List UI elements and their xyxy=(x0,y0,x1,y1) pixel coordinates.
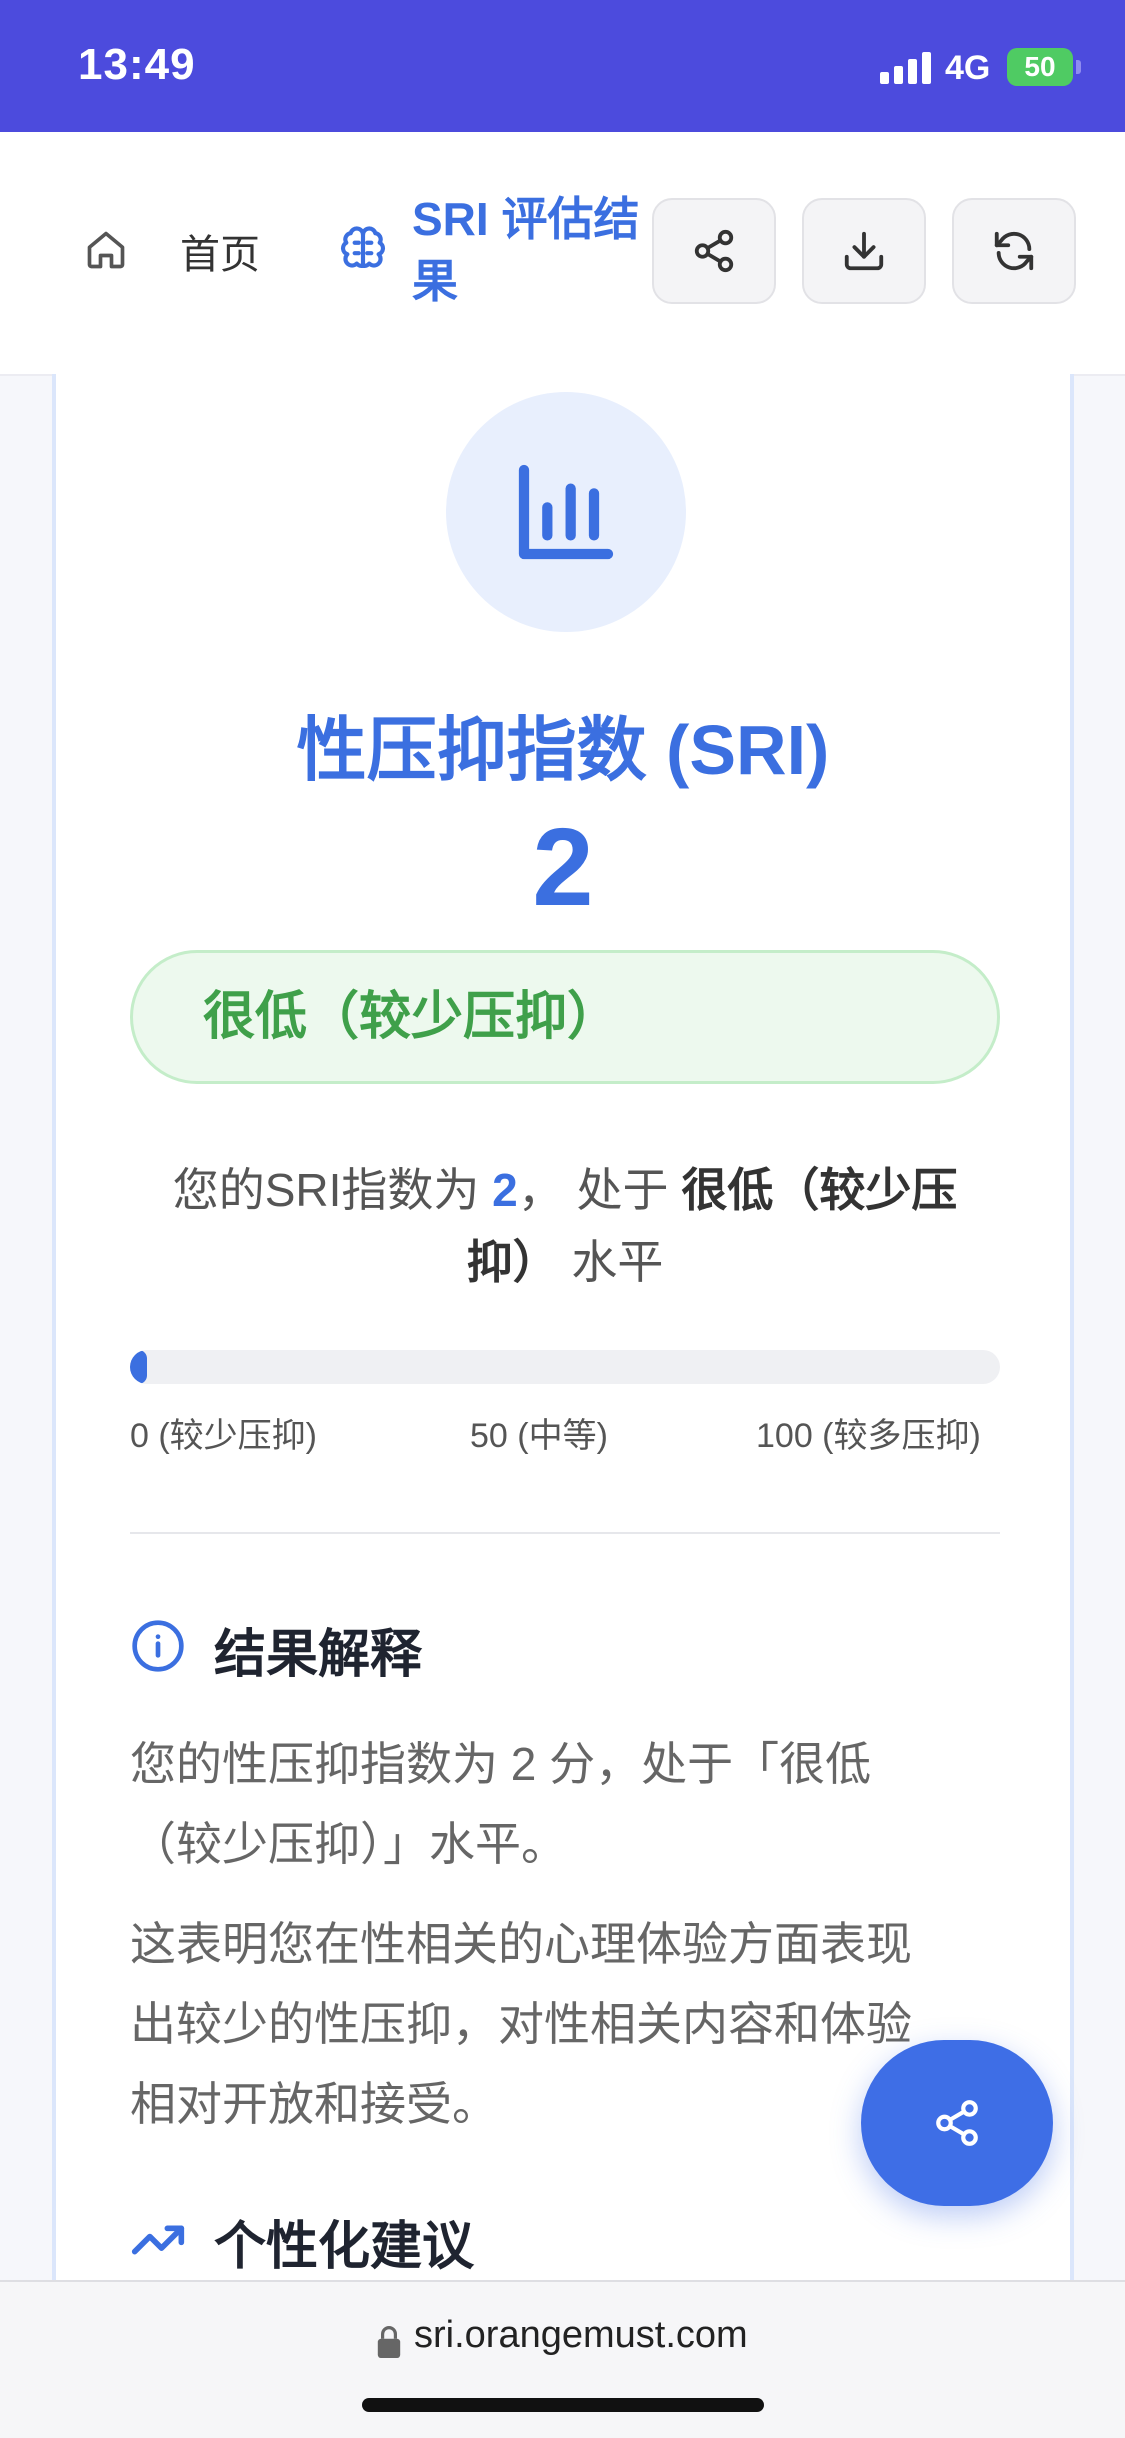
sri-score: 2 xyxy=(532,806,594,929)
download-icon xyxy=(844,231,884,271)
battery-cap xyxy=(1076,60,1081,74)
interpretation-para-2: 这表明您在性相关的心理体验方面表现 出较少的性压抑，对性相关内容和体验 相对开放… xyxy=(130,1904,990,2144)
signal-icon xyxy=(880,52,934,84)
url-text[interactable]: sri.orangemust.com xyxy=(414,2314,748,2357)
page-title-line2: 果 xyxy=(412,255,458,307)
lock-icon xyxy=(377,2326,401,2358)
summary-score: 2 xyxy=(492,1164,518,1216)
home-link[interactable]: 首页 xyxy=(180,222,260,280)
battery-level: 50 xyxy=(1024,51,1056,82)
interpretation-para-2-line-2: 出较少的性压抑，对性相关内容和体验 xyxy=(130,1998,912,2050)
score-progress-bar xyxy=(130,1350,1000,1384)
summary-prefix: 您的SRI指数为 xyxy=(172,1164,493,1216)
page-title: SRI 评估结 果 xyxy=(412,188,652,312)
home-icon[interactable] xyxy=(84,228,128,272)
floating-share-button[interactable] xyxy=(861,2040,1053,2206)
result-card: 性压抑指数 (SRI) 2 很低（较少压抑） 您的SRI指数为 2， 处于 很低… xyxy=(52,374,1074,2284)
interpretation-para-2-line-1: 这表明您在性相关的心理体验方面表现 xyxy=(130,1918,912,1970)
scale-high: 100 (较多压抑) xyxy=(756,1417,981,1455)
status-bar: 13:49 4G 50 xyxy=(0,0,1125,132)
brain-icon xyxy=(340,226,386,268)
page-title-line1: SRI 评估结 xyxy=(412,193,640,245)
divider xyxy=(130,1532,1000,1534)
summary-middle: ， 处于 xyxy=(517,1164,682,1216)
top-nav: 首页 SRI 评估结 果 xyxy=(0,132,1125,376)
score-progress-fill xyxy=(130,1350,148,1384)
result-summary: 您的SRI指数为 2， 处于 很低（较少压抑） 水平 xyxy=(130,1154,1000,1298)
download-button[interactable] xyxy=(802,198,926,304)
network-type: 4G xyxy=(945,49,991,87)
interpretation-para-1: 您的性压抑指数为 2 分，处于「很低 （较少压抑）」水平。 xyxy=(130,1724,990,1884)
scale-low: 0 (较少压抑) xyxy=(130,1417,317,1455)
browser-address-bar[interactable]: sri.orangemust.com xyxy=(0,2280,1125,2438)
status-time: 13:49 xyxy=(78,40,196,89)
sri-title: 性压抑指数 (SRI) xyxy=(296,711,830,789)
interpretation-para-1-line-1: 您的性压抑指数为 2 分，处于「很低 xyxy=(130,1738,872,1790)
bar-chart-icon xyxy=(518,464,614,560)
advice-heading: 个性化建议 xyxy=(214,2218,475,2276)
home-indicator[interactable] xyxy=(362,2398,764,2412)
refresh-button[interactable] xyxy=(952,198,1076,304)
info-icon xyxy=(132,1620,184,1672)
refresh-icon xyxy=(994,231,1034,271)
interpretation-para-1-line-2: （较少压抑）」水平。 xyxy=(130,1818,567,1870)
trending-up-icon xyxy=(131,2225,185,2255)
summary-suffix: 水平 xyxy=(558,1236,664,1288)
summary-level: 很低（较少压 xyxy=(681,1164,958,1216)
scale-mid: 50 (中等) xyxy=(470,1417,608,1455)
level-badge: 很低（较少压抑） xyxy=(130,950,1000,1084)
summary-level-cont: 抑） xyxy=(466,1236,559,1288)
battery-icon: 50 xyxy=(1007,48,1073,86)
share-icon xyxy=(694,229,734,273)
share-icon xyxy=(936,2100,978,2146)
share-button[interactable] xyxy=(652,198,776,304)
interpretation-heading: 结果解释 xyxy=(214,1626,423,1684)
chart-badge xyxy=(446,392,686,632)
